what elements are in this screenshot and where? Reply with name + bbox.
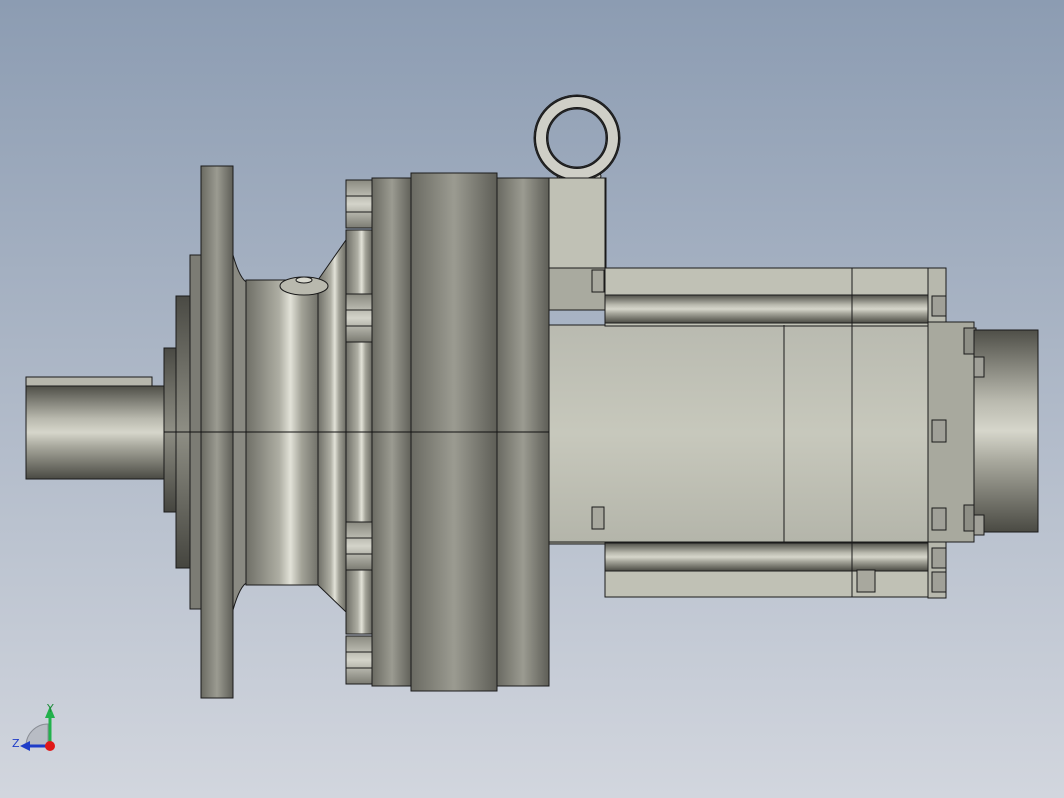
- screw-head: [591, 269, 605, 293]
- bolt-head: [345, 635, 375, 685]
- screw-head: [973, 514, 985, 536]
- screw-head: [591, 506, 605, 530]
- cad-viewport[interactable]: Y Z: [0, 0, 1064, 798]
- bolt-head: [345, 179, 375, 229]
- screw-head: [931, 507, 947, 531]
- screw-head: [931, 547, 947, 569]
- motor-tie-rod: [604, 542, 934, 572]
- screw-head: [931, 571, 947, 593]
- screw-head: [931, 419, 947, 443]
- bolt-head: [345, 293, 375, 343]
- bolt-head: [345, 521, 375, 571]
- x-axis-origin: [45, 741, 55, 751]
- shaft-key: [25, 376, 153, 387]
- screw-head: [931, 295, 947, 317]
- motor-tie-rod: [604, 294, 934, 324]
- screw-head: [856, 569, 876, 593]
- triad-y-label: Y: [46, 702, 54, 715]
- servo-motor-body[interactable]: [548, 267, 934, 598]
- screw-head: [973, 356, 985, 378]
- triad-z-label: Z: [12, 737, 20, 750]
